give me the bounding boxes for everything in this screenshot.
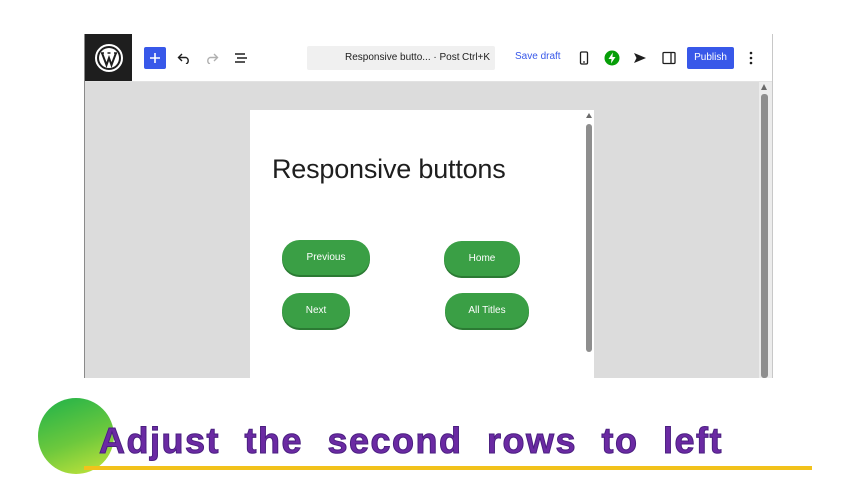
add-block-button[interactable] — [144, 47, 166, 69]
jetpack-button[interactable] — [601, 47, 623, 69]
editor-toolbar: Responsive butto... · Post Ctrl+K Save d… — [85, 34, 772, 82]
send-icon — [634, 53, 646, 63]
canvas-scroll-up-icon[interactable] — [586, 113, 592, 118]
next-button[interactable]: Next — [282, 293, 350, 328]
editor-scroll-thumb[interactable] — [761, 94, 768, 378]
publish-button[interactable]: Publish — [687, 47, 734, 69]
previous-button[interactable]: Previous — [282, 240, 370, 275]
caption-underline — [84, 466, 812, 470]
undo-icon — [177, 53, 189, 64]
editor-window: Responsive butto... · Post Ctrl+K Save d… — [84, 34, 773, 378]
document-title: Responsive butto... · Post — [345, 52, 460, 63]
editor-canvas[interactable]: Responsive buttons Previous Home Next Al… — [250, 110, 594, 378]
wordpress-logo-icon[interactable] — [85, 34, 132, 81]
all-titles-button[interactable]: All Titles — [445, 293, 529, 328]
save-draft-button[interactable]: Save draft — [515, 51, 561, 62]
more-options-button[interactable] — [740, 47, 762, 69]
editor-scroll-up-icon[interactable] — [761, 84, 767, 90]
sidebar-toggle-button[interactable] — [658, 47, 680, 69]
command-shortcut: Ctrl+K — [462, 52, 491, 63]
sidebar-toggle-icon — [662, 51, 676, 65]
mobile-preview-icon — [579, 51, 589, 65]
undo-button[interactable] — [173, 47, 195, 69]
jetpack-bolt-icon — [604, 50, 620, 66]
send-button[interactable] — [629, 47, 651, 69]
redo-button[interactable] — [201, 47, 223, 69]
more-options-icon — [749, 51, 753, 65]
caption-text: Adjust the second rows to left — [98, 420, 724, 462]
plus-icon — [150, 53, 160, 63]
preview-device-button[interactable] — [573, 47, 595, 69]
list-view-icon — [235, 53, 247, 63]
redo-icon — [207, 53, 219, 64]
command-palette-bar[interactable]: Responsive butto... · Post Ctrl+K — [307, 46, 495, 70]
canvas-scroll-thumb[interactable] — [586, 124, 592, 352]
list-view-button[interactable] — [230, 47, 252, 69]
home-button[interactable]: Home — [444, 241, 520, 276]
page-title[interactable]: Responsive buttons — [272, 154, 506, 185]
